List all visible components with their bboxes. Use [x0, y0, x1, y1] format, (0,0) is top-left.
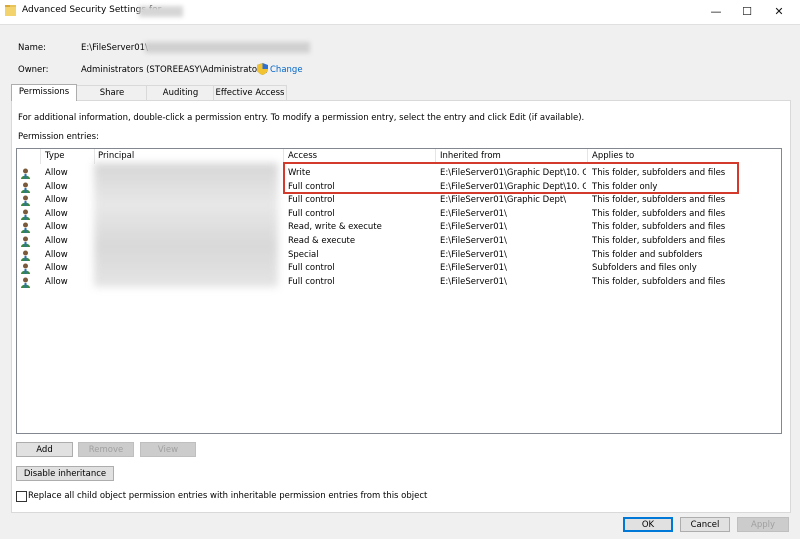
replace-child-permissions-label: Replace all child object permission entr…: [28, 491, 428, 501]
column-header-type[interactable]: Type: [41, 149, 95, 164]
view-button[interactable]: View: [140, 442, 196, 457]
tab-effective-access[interactable]: Effective Access: [213, 85, 287, 100]
disable-inheritance-button[interactable]: Disable inheritance: [16, 466, 114, 481]
cell-type: Allow: [45, 249, 68, 260]
cell-applies-to: This folder, subfolders and files: [592, 195, 726, 206]
cell-access: Special: [288, 249, 319, 260]
user-icon: [20, 222, 31, 234]
remove-button[interactable]: Remove: [78, 442, 134, 457]
cell-type: Allow: [45, 276, 68, 287]
ok-button[interactable]: OK: [623, 517, 673, 532]
user-icon: [20, 250, 31, 261]
cell-inherited-from: E:\FileServer01\: [440, 208, 507, 219]
user-icon: [20, 277, 31, 288]
cell-inherited-from: E:\FileServer01\Graphic Dept\: [440, 195, 567, 206]
cell-type: Allow: [45, 168, 68, 178]
folder-icon: [5, 5, 16, 16]
name-label: Name:: [18, 43, 46, 53]
cell-applies-to: This folder, subfolders and files: [592, 222, 726, 233]
user-icon: [20, 182, 31, 193]
close-button[interactable]: ✕: [763, 0, 795, 24]
cell-applies-to: Subfolders and files only: [592, 263, 697, 274]
add-button[interactable]: Add: [16, 442, 73, 457]
cell-inherited-from: E:\FileServer01\: [440, 222, 507, 233]
user-icon: [20, 168, 31, 179]
change-owner-link[interactable]: Change: [270, 65, 303, 75]
cell-type: Allow: [45, 195, 68, 206]
tab-permissions[interactable]: Permissions: [11, 84, 77, 101]
uac-shield-icon: [257, 63, 268, 75]
tab-auditing[interactable]: Auditing: [146, 85, 215, 100]
cell-type: Allow: [45, 263, 68, 274]
permission-entries-label: Permission entries:: [18, 132, 99, 142]
user-icon: [20, 236, 31, 247]
owner-label: Owner:: [18, 65, 49, 75]
cell-type: Allow: [45, 236, 68, 246]
title-bar[interactable]: Advanced Security Settings for — ☐ ✕: [0, 0, 800, 24]
owner-value: Administrators (STOREEASY\Administrators…: [81, 65, 269, 75]
column-header-principal[interactable]: Principal: [94, 149, 284, 164]
cell-applies-to: This folder, subfolders and files: [592, 236, 726, 246]
title-redacted: [139, 6, 183, 17]
cancel-button[interactable]: Cancel: [680, 517, 730, 532]
replace-child-permissions-checkbox[interactable]: [16, 491, 27, 502]
cell-inherited-from: E:\FileServer01\: [440, 263, 507, 274]
cell-access: Read & execute: [288, 236, 356, 246]
user-icon: [20, 263, 31, 275]
cell-access: Full control: [288, 276, 335, 287]
cell-type: Allow: [45, 208, 68, 219]
cell-access: Read, write & execute: [288, 222, 382, 233]
tab-share[interactable]: Share: [76, 85, 148, 100]
cell-inherited-from: E:\FileServer01\: [440, 276, 507, 287]
cell-type: Allow: [45, 181, 68, 192]
cell-applies-to: This folder, subfolders and files: [592, 208, 726, 219]
info-text: For additional information, double-click…: [18, 113, 585, 123]
cell-access: Full control: [288, 195, 335, 206]
cell-inherited-from: E:\FileServer01\: [440, 249, 507, 260]
column-header-icon: [17, 149, 41, 164]
user-icon: [20, 195, 31, 207]
name-redacted: [145, 42, 310, 53]
principal-redacted: [94, 163, 278, 287]
highlight-box: [283, 162, 739, 194]
cell-applies-to: This folder and subfolders: [592, 249, 703, 260]
user-icon: [20, 209, 31, 220]
cell-inherited-from: E:\FileServer01\: [440, 236, 507, 246]
cell-access: Full control: [288, 208, 335, 219]
cell-applies-to: This folder, subfolders and files: [592, 276, 726, 287]
maximize-button[interactable]: ☐: [731, 0, 763, 24]
cell-access: Full control: [288, 263, 335, 274]
minimize-button[interactable]: —: [700, 0, 732, 24]
apply-button[interactable]: Apply: [737, 517, 789, 532]
name-value: E:\FileServer01\: [81, 43, 148, 53]
cell-type: Allow: [45, 222, 68, 233]
